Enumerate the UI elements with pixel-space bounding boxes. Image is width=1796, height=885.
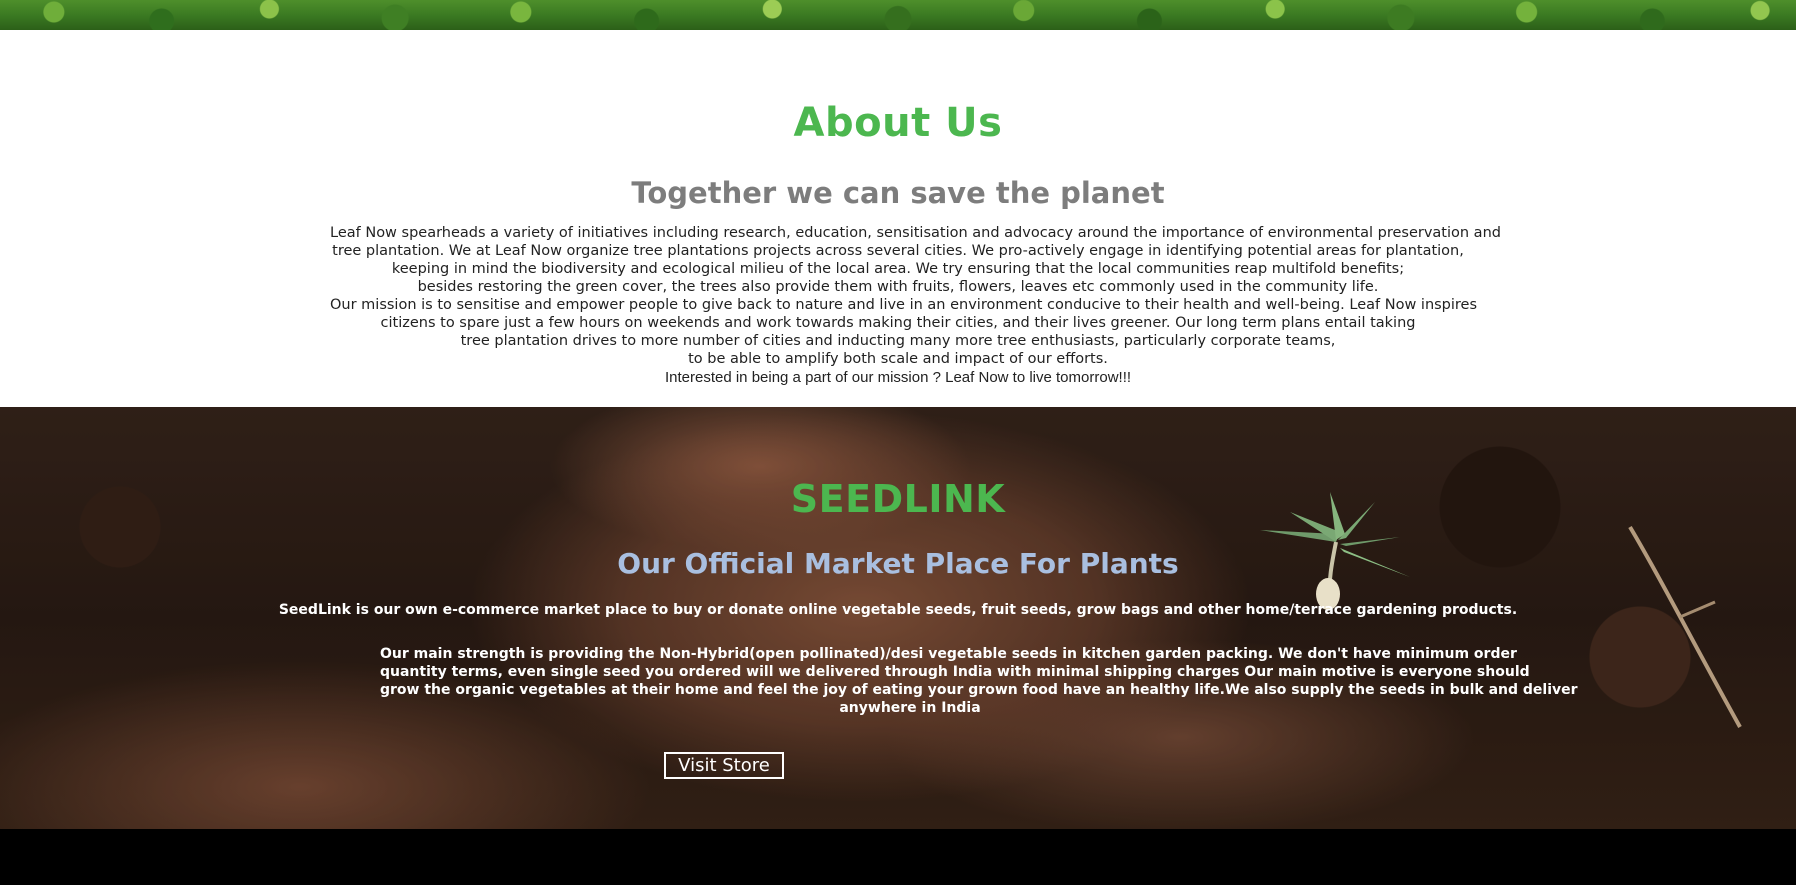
- seedlink-line: Our main strength is providing the Non-H…: [380, 646, 1517, 662]
- about-line: tree plantation drives to more number of…: [460, 333, 1336, 349]
- seedlink-title: SEEDLINK: [790, 477, 1006, 521]
- about-subtitle: Together we can save the planet: [631, 176, 1165, 210]
- about-title: About Us: [793, 100, 1003, 146]
- about-line: to be able to amplify both scale and imp…: [688, 351, 1108, 367]
- about-line: Our mission is to sensitise and empower …: [330, 297, 1478, 313]
- seedlink-subtitle: Our Official Market Place For Plants: [617, 547, 1179, 580]
- about-line: besides restoring the green cover, the t…: [417, 279, 1379, 295]
- about-section: About Us Together we can save the planet…: [0, 30, 1796, 407]
- seedlink-description: Our main strength is providing the Non-H…: [380, 645, 1578, 717]
- seedlink-line: anywhere in India: [839, 700, 981, 716]
- seedlink-line: quantity terms, even single seed you ord…: [380, 664, 1530, 680]
- about-line: Leaf Now spearheads a variety of initiat…: [330, 225, 1501, 241]
- seedlink-background-overlay: [0, 407, 1796, 829]
- visit-store-button[interactable]: Visit Store: [664, 752, 784, 779]
- forest-banner-image: [0, 0, 1796, 30]
- seedlink-section: SEEDLINK Our Official Market Place For P…: [0, 407, 1796, 829]
- seedlink-line: grow the organic vegetables at their hom…: [380, 682, 1578, 698]
- about-line: tree plantation. We at Leaf Now organize…: [332, 243, 1464, 259]
- footer: [0, 829, 1796, 885]
- seedlink-intro: SeedLink is our own e-commerce market pl…: [278, 602, 1518, 618]
- about-line: keeping in mind the biodiversity and eco…: [391, 261, 1405, 277]
- about-line: citizens to spare just a few hours on we…: [380, 315, 1416, 331]
- about-call-to-action: Interested in being a part of our missio…: [664, 369, 1132, 386]
- about-description: Leaf Now spearheads a variety of initiat…: [330, 224, 1501, 387]
